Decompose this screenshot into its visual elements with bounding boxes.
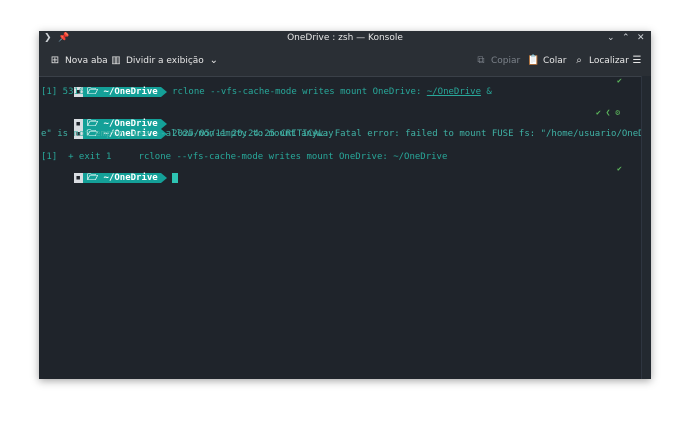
terminal-line: [1] 5316 xyxy=(41,86,85,97)
copy-label: Copiar xyxy=(491,55,521,66)
split-view-button[interactable]: ▥ Dividir a exibição ⌄ xyxy=(110,55,220,66)
success-check-icon: ✔ xyxy=(617,164,622,173)
find-button[interactable]: ⌕ Localizar xyxy=(573,55,629,66)
split-view-icon: ▥ xyxy=(111,55,121,66)
text-cursor xyxy=(172,173,179,184)
command-text: rclone --vfs-cache-mode writes mount One… xyxy=(172,86,492,97)
new-tab-button[interactable]: ⊞ Nova aba xyxy=(49,55,108,66)
new-tab-icon: ⊞ xyxy=(50,55,60,66)
prompt-arrow xyxy=(160,173,167,184)
search-icon: ⌕ xyxy=(576,55,582,66)
find-label: Localizar xyxy=(589,55,629,66)
toolbar: ⊞ Nova aba ▥ Dividir a exibição ⌄ ⧉ Copi… xyxy=(39,48,651,77)
new-tab-label: Nova aba xyxy=(65,55,108,66)
hamburger-menu-icon: ☰ xyxy=(632,55,642,66)
paste-label: Colar xyxy=(543,55,567,66)
konsole-window: ❯ 📌 OneDrive : zsh — Konsole ⌄ ⌃ ✕ ⊞ Nov… xyxy=(39,31,651,379)
chevron-down-icon[interactable]: ⌄ xyxy=(607,33,615,43)
success-check-icon: ✔ xyxy=(617,76,622,85)
prompt-os-segment: ▪ xyxy=(73,173,83,184)
window-title: OneDrive : zsh — Konsole xyxy=(287,33,403,43)
prompt-dir-label: ~/OneDrive xyxy=(103,86,158,97)
split-view-label: Dividir a exibição xyxy=(126,55,204,66)
terminal-line: ▪ 🗁 ~/OneDrive rclone --vfs-cache-mode wr… xyxy=(41,76,492,108)
paste-icon: 📋 xyxy=(527,55,540,66)
copy-button[interactable]: ⧉ Copiar xyxy=(475,55,520,66)
close-icon[interactable]: ✕ xyxy=(637,33,645,43)
terminal-scrollbar[interactable] xyxy=(641,76,651,379)
terminal-output[interactable]: ▪ 🗁 ~/OneDrive rclone --vfs-cache-mode wr… xyxy=(39,76,651,379)
terminal-line: e" is not empty, use --allow-non-empty t… xyxy=(41,129,334,140)
prompt-dir-segment: 🗁 ~/OneDrive xyxy=(82,173,161,184)
prompt-dir-segment: 🗁 ~/OneDrive xyxy=(82,86,161,97)
prompt-arrow xyxy=(160,86,167,97)
prompt-dir-label: ~/OneDrive xyxy=(103,173,158,184)
copy-icon: ⧉ xyxy=(477,55,485,66)
menu-button[interactable]: ☰ xyxy=(631,55,643,66)
terminal-line: [1] + exit 1 rclone --vfs-cache-mode wri… xyxy=(41,152,448,162)
terminal-line: ▪ 🗁 ~/OneDrive xyxy=(41,163,179,195)
chevron-down-icon: ⌄ xyxy=(209,55,218,66)
paste-button[interactable]: 📋 Colar xyxy=(527,55,567,66)
title-bar: ❯ 📌 OneDrive : zsh — Konsole ⌄ ⌃ ✕ xyxy=(39,31,651,48)
status-right-icons: ✔ ❮ ⚙ xyxy=(596,108,621,117)
maximize-icon[interactable]: ⌃ xyxy=(622,33,630,43)
